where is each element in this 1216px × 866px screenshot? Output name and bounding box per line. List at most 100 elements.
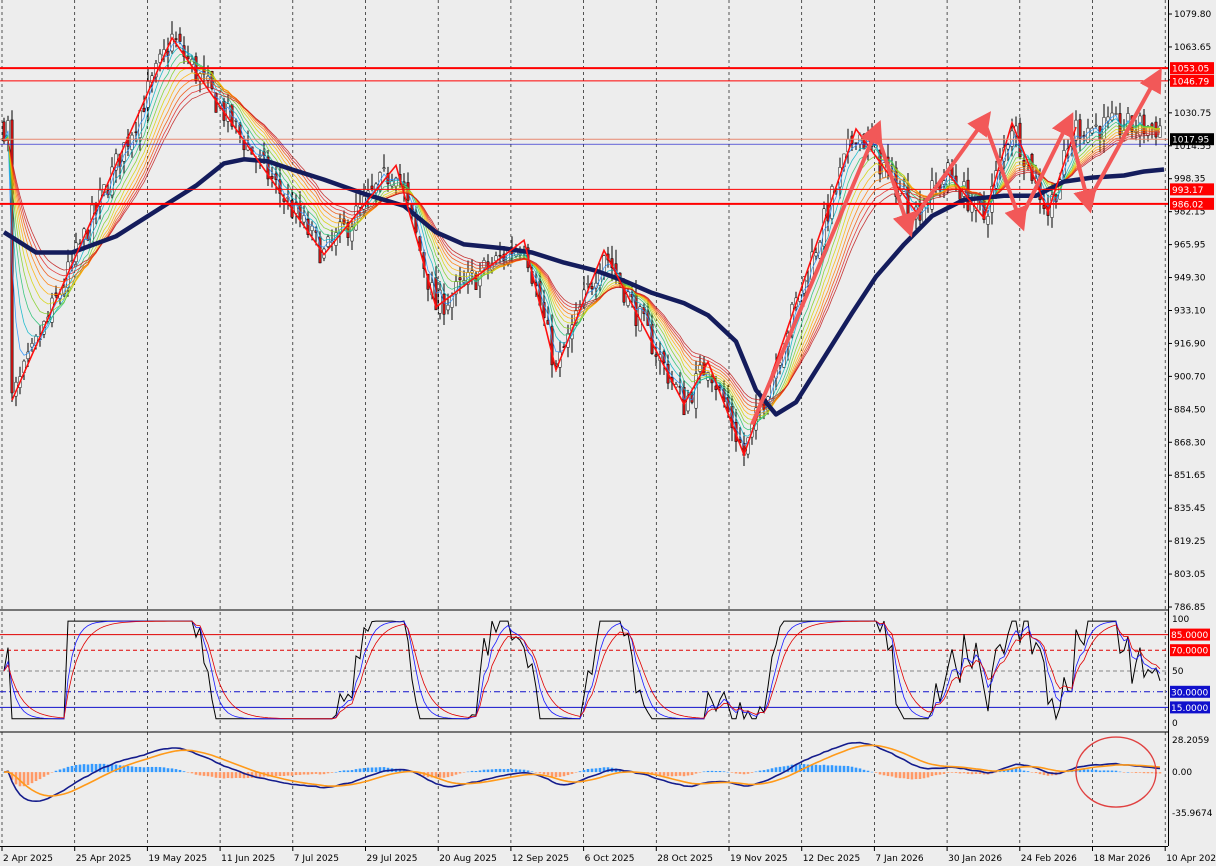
macd-histogram-bar <box>470 770 474 773</box>
price-tick-label: 1030.75 <box>1174 109 1211 119</box>
macd-histogram-bar <box>886 772 890 777</box>
macd-histogram-bar <box>78 764 82 773</box>
price-tick-label: 916.90 <box>1174 339 1206 349</box>
oscillator-tick-label: 0 <box>1172 719 1178 729</box>
date-label: 10 Apr 2026 <box>1166 854 1216 864</box>
candle <box>822 208 826 247</box>
macd-histogram-bar <box>1150 772 1154 774</box>
macd-histogram-bar <box>150 766 154 773</box>
macd-histogram-bar <box>562 772 566 777</box>
macd-histogram-bar <box>890 772 894 777</box>
macd-histogram-bar <box>306 772 310 775</box>
macd-histogram-bar <box>130 766 134 773</box>
macd-histogram-bar <box>282 772 286 777</box>
macd-histogram-bar <box>934 772 938 776</box>
date-label: 18 Mar 2026 <box>1094 854 1151 864</box>
macd-histogram-bar <box>878 772 882 775</box>
macd-histogram-bar <box>238 772 242 779</box>
macd-histogram-bar <box>858 768 862 773</box>
macd-histogram-bar <box>550 772 554 777</box>
macd-histogram-bar <box>190 772 194 774</box>
macd-histogram-bar <box>1130 772 1134 773</box>
macd-histogram-bar <box>354 769 358 773</box>
macd-histogram-bar <box>734 772 738 774</box>
macd-histogram-bar <box>758 770 762 773</box>
macd-histogram-bar <box>458 772 462 774</box>
macd-histogram-bar <box>142 767 146 773</box>
macd-histogram-bar <box>186 772 190 773</box>
macd-histogram-bar <box>146 766 150 773</box>
macd-histogram-bar <box>778 766 782 773</box>
macd-histogram-bar <box>874 772 878 773</box>
macd-histogram-bar <box>946 772 950 773</box>
macd-histogram-bar <box>910 772 914 780</box>
candle <box>370 185 374 189</box>
candle <box>442 293 446 315</box>
macd-histogram-bar <box>950 772 954 773</box>
macd-histogram-bar <box>674 772 678 777</box>
candle <box>382 167 386 170</box>
macd-histogram-bar <box>30 772 34 784</box>
macd-histogram-bar <box>710 770 714 773</box>
candle <box>174 38 178 40</box>
date-label: 24 Feb 2026 <box>1021 854 1077 864</box>
macd-histogram-bar <box>838 765 842 773</box>
oscillator-badge-text: 85.0000 <box>1171 631 1208 641</box>
price-tick-label: 819.25 <box>1174 537 1206 547</box>
macd-histogram-bar <box>742 772 746 775</box>
macd-histogram-bar <box>330 772 334 773</box>
macd-histogram-bar <box>294 772 298 776</box>
macd-histogram-bar <box>514 769 518 773</box>
macd-histogram-bar <box>666 772 670 777</box>
macd-histogram-bar <box>566 772 570 776</box>
macd-histogram-bar <box>582 769 586 773</box>
macd-histogram-bar <box>866 770 870 773</box>
macd-histogram-bar <box>362 768 366 773</box>
price-tick-label: 786.85 <box>1174 603 1206 613</box>
macd-histogram-bar <box>966 772 970 774</box>
macd-histogram-bar <box>310 772 314 775</box>
macd-histogram-bar <box>722 771 726 773</box>
macd-histogram-bar <box>194 772 198 775</box>
macd-histogram-bar <box>350 770 354 773</box>
macd-histogram-bar <box>442 772 446 778</box>
macd-histogram-bar <box>46 772 50 775</box>
macd-histogram-bar <box>574 772 578 773</box>
macd-tick-label: 0.00 <box>1172 768 1192 778</box>
macd-histogram-bar <box>730 772 734 773</box>
macd-histogram-bar <box>770 768 774 773</box>
candle <box>178 33 182 42</box>
macd-histogram-bar <box>438 772 442 778</box>
candle <box>358 204 362 208</box>
candle <box>310 225 314 231</box>
macd-histogram-bar <box>34 772 38 782</box>
macd-histogram-bar <box>718 770 722 773</box>
macd-histogram-bar <box>686 772 690 776</box>
macd-histogram-bar <box>974 772 978 774</box>
macd-histogram-bar <box>158 767 162 773</box>
macd-histogram-bar <box>542 772 546 775</box>
macd-histogram-bar <box>50 772 54 773</box>
date-label: 6 Oct 2025 <box>585 854 635 864</box>
macd-histogram-bar <box>234 772 238 778</box>
macd-histogram-bar <box>926 772 930 778</box>
macd-histogram-bar <box>706 770 710 773</box>
macd-histogram-bar <box>42 772 46 777</box>
macd-histogram-bar <box>894 772 898 778</box>
macd-histogram-bar <box>214 772 218 778</box>
candle <box>142 107 146 113</box>
macd-histogram-bar <box>922 772 926 779</box>
macd-histogram-bar <box>66 766 70 773</box>
macd-histogram-bar <box>62 768 66 773</box>
macd-histogram-bar <box>74 764 78 773</box>
macd-histogram-bar <box>162 767 166 773</box>
date-label: 30 Jan 2026 <box>948 854 1002 864</box>
macd-histogram-bar <box>174 769 178 773</box>
macd-histogram-bar <box>278 772 282 777</box>
macd-histogram-bar <box>170 768 174 773</box>
candle <box>654 354 658 357</box>
date-label: 28 Oct 2025 <box>657 854 713 864</box>
macd-histogram-bar <box>906 772 910 780</box>
candle <box>458 277 462 281</box>
macd-histogram-bar <box>1118 771 1122 773</box>
